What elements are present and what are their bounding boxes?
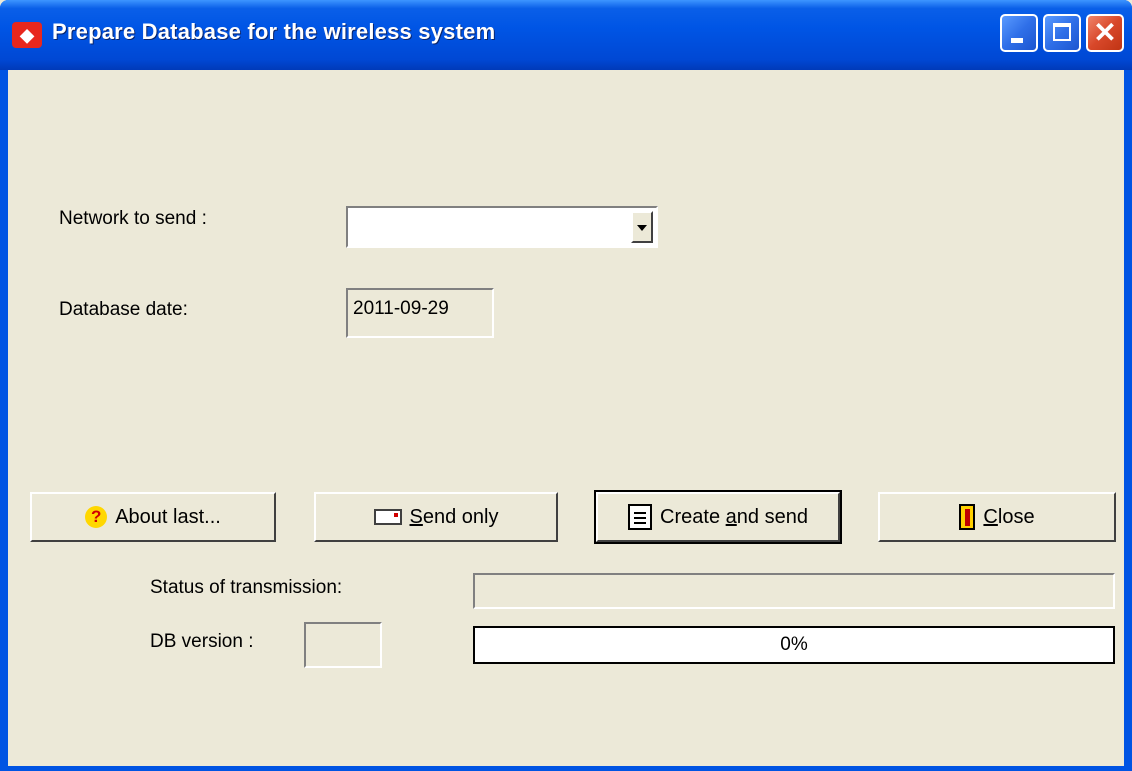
- database-date-label: Database date:: [59, 299, 188, 320]
- close-icon: ✕: [1093, 17, 1117, 48]
- transmission-status-field: [473, 573, 1115, 609]
- transmission-status-label: Status of transmission:: [150, 577, 343, 598]
- window-title: Prepare Database for the wireless system: [52, 19, 496, 44]
- close-label: Close: [983, 505, 1035, 528]
- minimize-button[interactable]: [1000, 14, 1038, 52]
- help-icon: ?: [85, 506, 108, 528]
- close-window-button[interactable]: ✕: [1086, 14, 1124, 52]
- db-version-label: DB version :: [150, 631, 254, 652]
- progress-bar: 0%: [473, 626, 1115, 664]
- about-last-label: About last...: [115, 505, 221, 528]
- database-date-field: 2011-09-29: [346, 288, 494, 338]
- create-and-send-button[interactable]: Create and send: [594, 490, 842, 544]
- dialog-window: ◆ Prepare Database for the wireless syst…: [0, 0, 1132, 771]
- dialog-body: Network to send : Database date: 2011-09…: [8, 70, 1124, 766]
- progress-text: 0%: [780, 634, 808, 655]
- title-bar[interactable]: ◆ Prepare Database for the wireless syst…: [0, 0, 1132, 70]
- exit-door-icon: [959, 504, 976, 530]
- send-only-button[interactable]: Send only: [314, 492, 558, 542]
- network-dropdown[interactable]: [346, 206, 658, 248]
- about-last-button[interactable]: ? About last...: [30, 492, 276, 542]
- db-version-field: [304, 622, 382, 668]
- envelope-icon: [373, 509, 402, 525]
- minimize-icon: [1011, 38, 1023, 43]
- document-icon: [628, 504, 653, 530]
- close-button[interactable]: Close: [878, 492, 1116, 542]
- app-icon: ◆: [12, 22, 42, 48]
- send-only-label: Send only: [409, 505, 499, 528]
- dropdown-arrow-icon[interactable]: [631, 211, 653, 243]
- maximize-icon: [1053, 23, 1071, 41]
- create-and-send-label: Create and send: [660, 505, 808, 528]
- network-label: Network to send :: [59, 208, 207, 229]
- maximize-button[interactable]: [1043, 14, 1081, 52]
